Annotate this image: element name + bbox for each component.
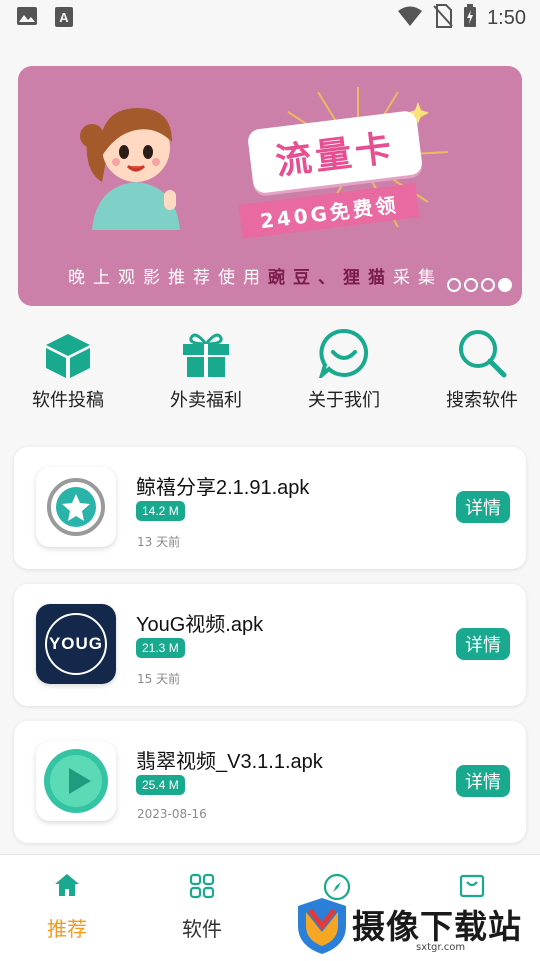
caption-highlight: 豌豆、狸猫	[268, 268, 393, 288]
tab-recommend[interactable]: 推荐	[7, 873, 127, 942]
youg-logo-text: YOUG	[48, 634, 104, 653]
app-size-badge: 21.3 M	[136, 638, 185, 658]
banner-caption: 晚上观影推荐使用豌豆、狸猫采集	[68, 263, 443, 288]
girl-illustration	[80, 108, 180, 230]
cube-icon	[8, 322, 128, 378]
details-button[interactable]: 详情	[456, 628, 510, 660]
a-icon: A	[54, 6, 74, 33]
quick-actions: 软件投稿 外卖福利 关于我们 搜索软件	[0, 322, 540, 412]
app-size-badge: 14.2 M	[136, 501, 185, 521]
app-date: 2023-08-16	[137, 807, 207, 821]
svg-text:A: A	[59, 10, 69, 25]
app-size-badge: 25.4 M	[136, 775, 185, 795]
battery-charging-icon	[463, 4, 477, 33]
quick-action-about[interactable]: 关于我们	[284, 322, 404, 412]
quick-action-label: 外卖福利	[170, 390, 242, 411]
status-bar: A 1:50	[0, 0, 540, 36]
app-name: 鲸禧分享2.1.91.apk	[136, 477, 310, 499]
tab-software[interactable]: 软件	[142, 873, 262, 942]
grid-icon	[142, 873, 262, 901]
gift-icon	[146, 322, 266, 378]
quick-action-search[interactable]: 搜索软件	[422, 322, 540, 412]
page-dot[interactable]	[464, 278, 478, 292]
play-icon	[36, 741, 116, 821]
page-dot[interactable]	[481, 278, 495, 292]
quick-action-takeout[interactable]: 外卖福利	[146, 322, 266, 412]
watermark: 摄像下载站 sxtgr.com	[292, 894, 540, 960]
caption-prefix: 晚上观影推荐使用	[68, 268, 268, 288]
app-card[interactable]: 鲸禧分享2.1.91.apk 14.2 M 13 天前 详情	[14, 447, 526, 569]
app-name: YouG视频.apk	[136, 614, 264, 636]
quick-action-label: 软件投稿	[32, 390, 104, 411]
details-button[interactable]: 详情	[456, 491, 510, 523]
app-card[interactable]: YOUG YouG视频.apk 21.3 M 15 天前 详情	[14, 584, 526, 706]
tab-label: 推荐	[47, 917, 87, 941]
banner-page-dots	[447, 278, 512, 292]
caption-suffix: 采集	[393, 268, 443, 288]
image-icon	[16, 6, 38, 33]
app-card[interactable]: 翡翠视频_V3.1.1.apk 25.4 M 2023-08-16 详情	[14, 721, 526, 843]
search-icon	[422, 322, 540, 378]
star-icon	[36, 467, 116, 547]
wifi-icon	[397, 5, 423, 32]
app-name: 翡翠视频_V3.1.1.apk	[136, 751, 323, 773]
promo-banner[interactable]: 流量卡 240G免费领 晚上观影推荐使用豌豆、狸猫采集	[18, 66, 522, 306]
quick-action-label: 搜索软件	[446, 390, 518, 411]
shield-logo-icon	[298, 898, 346, 954]
app-date: 15 天前	[137, 672, 181, 686]
youg-logo-icon: YOUG	[36, 604, 116, 684]
page-dot-active[interactable]	[498, 278, 512, 292]
app-date: 13 天前	[137, 535, 181, 549]
no-sim-icon	[433, 4, 453, 33]
home-icon	[7, 873, 127, 901]
clock: 1:50	[487, 7, 526, 29]
tab-label: 软件	[182, 917, 222, 941]
banner-title: 流量卡	[273, 127, 398, 184]
quick-action-label: 关于我们	[308, 390, 380, 411]
chat-smile-icon	[284, 322, 404, 378]
details-button[interactable]: 详情	[456, 765, 510, 797]
watermark-text: 摄像下载站	[352, 907, 522, 946]
page-dot[interactable]	[447, 278, 461, 292]
quick-action-submit[interactable]: 软件投稿	[8, 322, 128, 412]
watermark-url: sxtgr.com	[416, 942, 466, 953]
